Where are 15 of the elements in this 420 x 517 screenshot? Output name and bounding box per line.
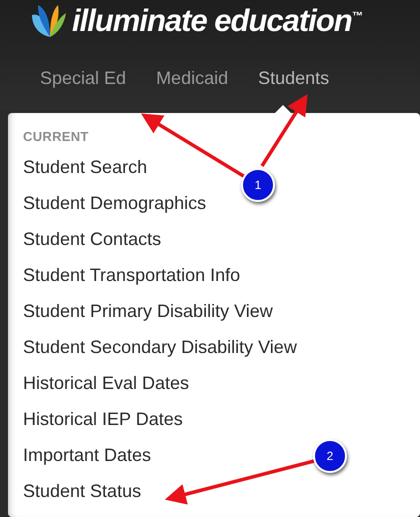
- menu-item[interactable]: Student Demographics: [23, 192, 206, 228]
- menu-heading: CURRENT: [23, 129, 90, 144]
- menu-item[interactable]: Important Dates: [23, 444, 152, 480]
- menu-item[interactable]: Historical Eval Dates: [23, 372, 190, 408]
- menu-item[interactable]: Historical IEP Dates: [23, 408, 183, 444]
- nav-tab[interactable]: Students: [248, 64, 340, 93]
- menu-item[interactable]: Student Transportation Info: [23, 264, 240, 300]
- menu-item[interactable]: Student Secondary Disability View: [23, 336, 297, 372]
- menu-item[interactable]: Student Contacts: [23, 228, 162, 264]
- nav-tab[interactable]: Special Ed: [30, 64, 136, 93]
- menu-item[interactable]: Student Primary Disability View: [23, 300, 273, 336]
- menu-item[interactable]: Student Search: [23, 156, 148, 192]
- logo-wordmark: illuminate education$^{™}$: [72, 3, 363, 39]
- nav-tab[interactable]: Medicaid: [146, 64, 238, 93]
- menu-item[interactable]: Student Status: [23, 480, 142, 516]
